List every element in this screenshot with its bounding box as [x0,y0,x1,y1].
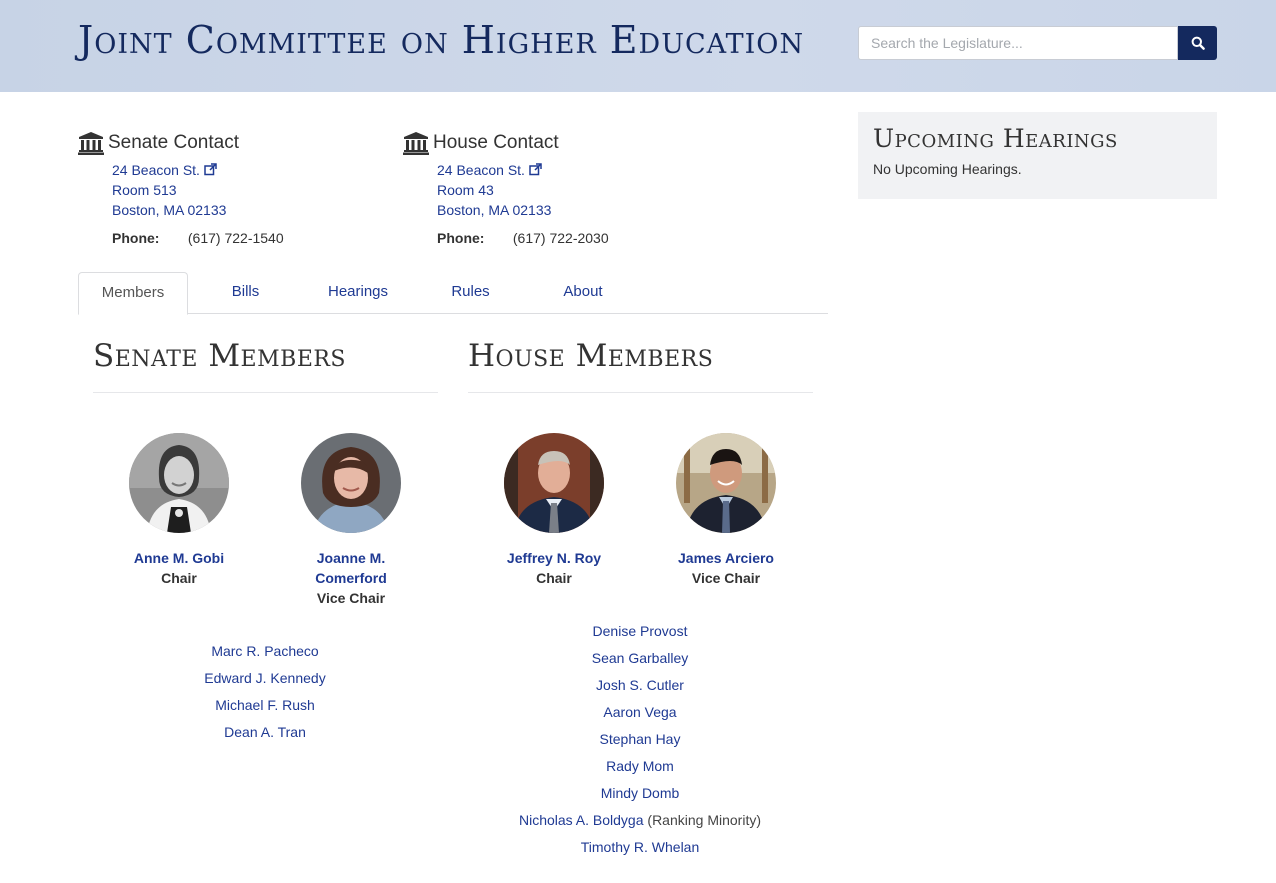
house-vice-chair-card: James Arciero Vice Chair [651,433,801,588]
tab-members[interactable]: Members [78,272,188,315]
senate-phone: (617) 722-1540 [187,230,284,246]
list-item: Denise Provost [490,618,790,645]
list-item: Aaron Vega [490,699,790,726]
search-button[interactable] [1178,26,1217,60]
house-vice-chair-role: Vice Chair [691,570,761,586]
upcoming-hearings-title: Upcoming Hearings [873,124,1118,153]
building-icon [403,132,429,155]
house-member-link[interactable]: Sean Garballey [592,650,689,666]
senate-member-list: Marc R. Pacheco Edward J. Kennedy Michae… [115,638,415,746]
ranking-minority-note: (Ranking Minority) [647,812,761,828]
senate-chair-name[interactable]: Anne M. Gobi [104,548,254,568]
list-item: Rady Mom [490,753,790,780]
list-item: Josh S. Cutler [490,672,790,699]
senate-member-link[interactable]: Marc R. Pacheco [211,643,318,659]
list-item: Marc R. Pacheco [115,638,415,665]
external-link-icon [529,163,542,176]
house-vice-chair-name[interactable]: James Arciero [651,548,801,568]
committee-tabs: Members Bills Hearings Rules About [78,272,828,315]
page-title: Joint Committee on Higher Education [78,18,805,62]
senate-member-link[interactable]: Michael F. Rush [215,697,315,713]
house-contact: House Contact 24 Beacon St. Room 43 Bost… [403,130,703,246]
senate-vice-chair-role: Vice Chair [316,590,386,606]
senate-city-link[interactable]: Boston, MA 02133 [112,200,378,220]
house-member-link[interactable]: Rady Mom [606,758,674,774]
house-chair-name[interactable]: Jeffrey N. Roy [479,548,629,568]
list-item: Michael F. Rush [115,692,415,719]
divider [468,392,813,393]
senate-chair-role: Chair [161,570,197,586]
tab-hearings[interactable]: Hearings [312,272,404,314]
avatar[interactable] [301,433,401,533]
avatar[interactable] [129,433,229,533]
list-item: Stephan Hay [490,726,790,753]
senate-phone-row: Phone: (617) 722-1540 [112,230,378,246]
senate-address-link[interactable]: 24 Beacon St. [112,160,378,180]
building-icon [78,132,104,155]
senate-vice-chair-card: Joanne M. Comerford Vice Chair [276,433,426,608]
house-city-link[interactable]: Boston, MA 02133 [437,200,703,220]
house-member-link[interactable]: Mindy Domb [601,785,680,801]
search-icon [1191,36,1205,50]
house-members-heading: House Members [468,338,714,374]
house-room-link[interactable]: Room 43 [437,180,703,200]
house-member-link[interactable]: Timothy R. Whelan [581,839,700,855]
list-item: Timothy R. Whelan [490,834,790,861]
tab-rules[interactable]: Rules [433,272,508,314]
senate-member-link[interactable]: Edward J. Kennedy [204,670,325,686]
house-member-list: Denise Provost Sean Garballey Josh S. Cu… [490,618,790,861]
house-member-link[interactable]: Josh S. Cutler [596,677,684,693]
senate-room-link[interactable]: Room 513 [112,180,378,200]
senate-members-heading: Senate Members [93,338,347,374]
house-chair-card: Jeffrey N. Roy Chair [479,433,629,588]
senate-vice-chair-name[interactable]: Joanne M. Comerford [276,548,426,588]
upcoming-hearings-empty: No Upcoming Hearings. [873,161,1022,177]
tab-about[interactable]: About [543,272,623,314]
house-member-link[interactable]: Nicholas A. Boldyga [519,812,644,828]
site-header: Joint Committee on Higher Education [0,0,1276,92]
senate-chair-card: Anne M. Gobi Chair [104,433,254,588]
house-member-link[interactable]: Denise Provost [593,623,688,639]
tab-bills[interactable]: Bills [208,272,283,314]
house-phone: (617) 722-2030 [512,230,609,246]
phone-label: Phone: [437,230,485,246]
house-chair-role: Chair [536,570,572,586]
house-phone-row: Phone: (617) 722-2030 [437,230,703,246]
house-contact-title: House Contact [433,132,559,153]
house-member-link[interactable]: Stephan Hay [600,731,681,747]
senate-contact: Senate Contact 24 Beacon St. Room 513 Bo… [78,130,378,246]
list-item: Nicholas A. Boldyga (Ranking Minority) [490,807,790,834]
search-input[interactable] [858,26,1178,60]
list-item: Sean Garballey [490,645,790,672]
house-member-link[interactable]: Aaron Vega [603,704,676,720]
avatar[interactable] [504,433,604,533]
phone-label: Phone: [112,230,160,246]
divider [93,392,438,393]
upcoming-hearings-panel: Upcoming Hearings No Upcoming Hearings. [858,112,1217,199]
list-item: Edward J. Kennedy [115,665,415,692]
house-address-link[interactable]: 24 Beacon St. [437,160,703,180]
list-item: Dean A. Tran [115,719,415,746]
avatar[interactable] [676,433,776,533]
external-link-icon [204,163,217,176]
list-item: Mindy Domb [490,780,790,807]
senate-contact-title: Senate Contact [108,132,239,153]
senate-member-link[interactable]: Dean A. Tran [224,724,306,740]
